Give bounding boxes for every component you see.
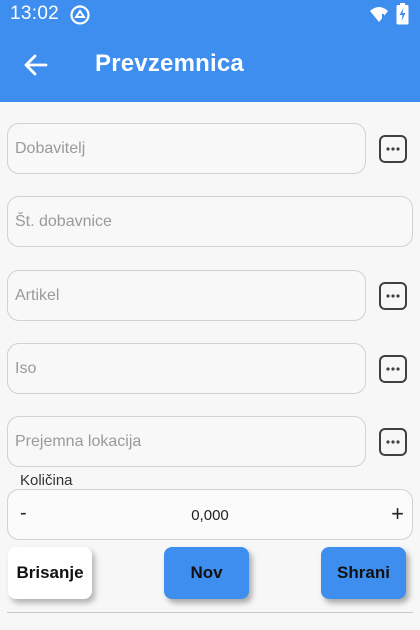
article-placeholder: Artikel bbox=[15, 287, 60, 304]
battery-charging-icon bbox=[396, 3, 409, 25]
supplier-placeholder: Dobavitelj bbox=[15, 140, 86, 157]
supplier-field[interactable]: Dobavitelj bbox=[7, 123, 366, 174]
more-horizontal-icon bbox=[386, 147, 400, 151]
quantity-decrease-button[interactable]: - bbox=[20, 502, 40, 525]
divider bbox=[7, 612, 413, 613]
receiving-location-placeholder: Prejemna lokacija bbox=[15, 433, 142, 450]
app-bar: Prevzemnica bbox=[0, 29, 420, 102]
quantity-label: Količina bbox=[20, 472, 73, 489]
iso-field[interactable]: Iso bbox=[7, 343, 366, 394]
wifi-icon bbox=[370, 7, 388, 22]
back-arrow-icon[interactable] bbox=[18, 49, 54, 81]
delivery-note-number-field[interactable]: Št. dobavnice bbox=[7, 196, 413, 247]
iso-placeholder: Iso bbox=[15, 360, 37, 377]
quantity-increase-button[interactable]: + bbox=[391, 501, 404, 527]
more-horizontal-icon bbox=[386, 367, 400, 371]
save-button[interactable]: Shrani bbox=[321, 547, 406, 599]
delete-button[interactable]: Brisanje bbox=[8, 547, 92, 599]
article-field[interactable]: Artikel bbox=[7, 270, 366, 321]
supplier-lookup-button[interactable] bbox=[379, 135, 407, 163]
receiving-location-lookup-button[interactable] bbox=[379, 428, 407, 456]
app-notification-icon bbox=[70, 5, 90, 25]
quantity-value[interactable]: 0,000 bbox=[8, 507, 412, 524]
more-horizontal-icon bbox=[386, 294, 400, 298]
delivery-note-number-placeholder: Št. dobavnice bbox=[15, 213, 112, 230]
page-title: Prevzemnica bbox=[95, 50, 244, 77]
status-bar: 13:02 bbox=[0, 0, 420, 29]
article-lookup-button[interactable] bbox=[379, 282, 407, 310]
quantity-stepper[interactable]: 0,000 - + bbox=[7, 489, 413, 540]
receiving-location-field[interactable]: Prejemna lokacija bbox=[7, 416, 366, 467]
more-horizontal-icon bbox=[386, 440, 400, 444]
new-button[interactable]: Nov bbox=[164, 547, 249, 599]
status-time: 13:02 bbox=[10, 3, 60, 24]
iso-lookup-button[interactable] bbox=[379, 355, 407, 383]
